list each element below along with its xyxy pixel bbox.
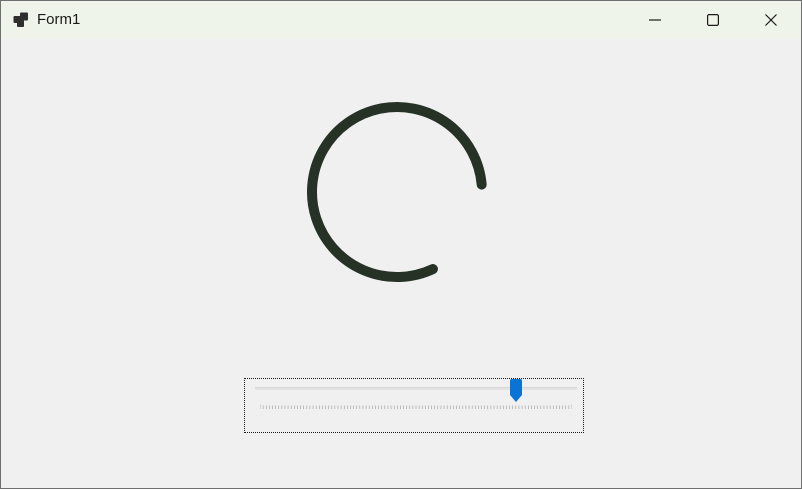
windows-forms-app-icon [13,12,28,27]
minimize-icon [649,19,661,21]
loading-spinner [307,102,487,282]
maximize-button[interactable] [684,1,742,39]
trackbar-thumb[interactable] [509,379,523,403]
title-bar[interactable]: Form1 [1,1,801,39]
close-button[interactable] [742,1,800,39]
trackbar-ticks [260,404,572,409]
form-client-area [1,39,801,488]
window-title: Form1 [37,11,81,28]
trackbar[interactable] [244,378,584,433]
form1-window: Form1 [0,0,802,489]
maximize-icon [707,14,719,26]
spinner-arc [307,102,487,282]
trackbar-channel [255,387,577,390]
close-icon [765,14,777,26]
minimize-button[interactable] [626,1,684,39]
